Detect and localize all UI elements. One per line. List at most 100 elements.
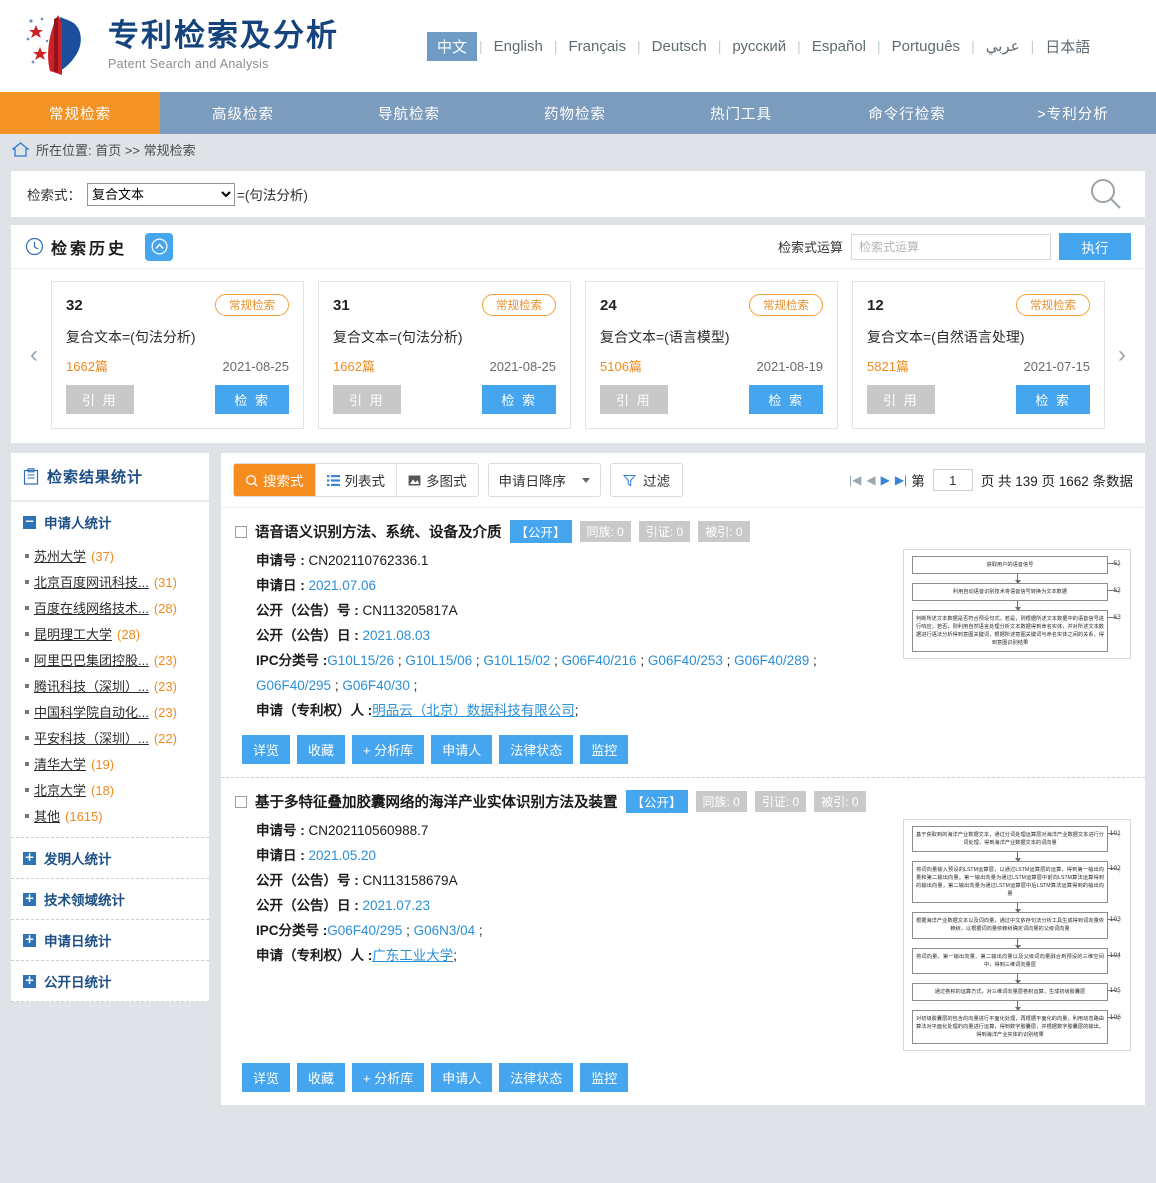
first-page-button[interactable]: |◀ bbox=[848, 473, 862, 487]
language-option-4[interactable]: русский bbox=[723, 35, 795, 58]
language-option-0[interactable]: 中文 bbox=[427, 31, 478, 61]
home-icon[interactable] bbox=[12, 141, 29, 157]
nav-item-0[interactable]: 常规检索 bbox=[0, 92, 160, 134]
applicant-stat-row[interactable]: 北京大学 (18) bbox=[25, 776, 209, 802]
action-button[interactable]: 详览 bbox=[242, 1062, 291, 1092]
applicant-name[interactable]: 平安科技（深圳）... bbox=[34, 728, 149, 747]
expression-operation-input[interactable] bbox=[851, 233, 1051, 260]
action-button[interactable]: 申请人 bbox=[431, 735, 493, 764]
applicant-name[interactable]: 清华大学 bbox=[34, 754, 86, 773]
applicant-name[interactable]: 昆明理工大学 bbox=[34, 624, 112, 643]
view-mode-grid-mode[interactable]: 多图式 bbox=[397, 464, 478, 496]
ipc-code[interactable]: G10L15/26 bbox=[327, 653, 394, 668]
nav-item-5[interactable]: 命令行检索 bbox=[824, 92, 990, 134]
history-cite-button[interactable]: 引 用 bbox=[867, 385, 935, 414]
applicant-stat-row[interactable]: 昆明理工大学 (28) bbox=[25, 620, 209, 646]
action-button[interactable]: 收藏 bbox=[297, 735, 346, 764]
applicant-stat-row[interactable]: 中国科学院自动化... (23) bbox=[25, 698, 209, 724]
patent-figure-thumbnail[interactable]: 基于获取到的海洋产业数据文本，通过分词处理运算层对海洋产业数据文本进行分词处理，… bbox=[903, 819, 1131, 1051]
applicant-name[interactable]: 阿里巴巴集团控股... bbox=[34, 650, 149, 669]
stat-group-applicant-header[interactable]: − 申请人统计 bbox=[11, 502, 209, 542]
history-search-button[interactable]: 检 索 bbox=[215, 385, 289, 414]
filter-button[interactable]: 过滤 bbox=[610, 463, 683, 497]
action-button[interactable]: 申请人 bbox=[431, 1062, 493, 1092]
language-option-5[interactable]: Español bbox=[803, 35, 875, 58]
stat-group[interactable]: + 公开日统计 bbox=[11, 961, 209, 1002]
nav-item-1[interactable]: 高级检索 bbox=[160, 92, 326, 134]
applicant-value[interactable]: 明品云（北京）数据科技有限公司 bbox=[372, 703, 575, 718]
ipc-code[interactable]: G06F40/216 bbox=[562, 653, 637, 668]
action-button[interactable]: + 分析库 bbox=[352, 1062, 425, 1092]
ipc-code[interactable]: G10L15/06 bbox=[405, 653, 472, 668]
search-icon[interactable] bbox=[1089, 177, 1123, 211]
stat-group[interactable]: + 技术领域统计 bbox=[11, 879, 209, 920]
ipc-code[interactable]: G06F40/289 bbox=[734, 653, 809, 668]
next-page-button[interactable]: ▶ bbox=[880, 473, 891, 487]
last-page-button[interactable]: ▶| bbox=[894, 473, 908, 487]
language-option-2[interactable]: Français bbox=[560, 35, 636, 58]
action-button[interactable]: 监控 bbox=[580, 1062, 629, 1092]
view-mode-list-mode[interactable]: 列表式 bbox=[315, 464, 397, 496]
page-input[interactable] bbox=[932, 469, 973, 491]
ipc-code[interactable]: G06N3/04 bbox=[414, 923, 476, 938]
history-card[interactable]: 31 常规检索 复合文本=(句法分析) 1662篇 2021-08-25 引 用 检 索 bbox=[318, 281, 571, 429]
result-title[interactable]: 语音语义识别方法、系统、设备及介质 bbox=[255, 521, 502, 542]
applicant-stat-row[interactable]: 阿里巴巴集团控股... (23) bbox=[25, 646, 209, 672]
language-option-8[interactable]: 日本語 bbox=[1036, 33, 1099, 60]
search-field-select[interactable]: 复合文本标题摘要权利要求 bbox=[87, 182, 235, 206]
history-cite-button[interactable]: 引 用 bbox=[66, 385, 134, 414]
nav-item-4[interactable]: 热门工具 bbox=[658, 92, 824, 134]
applicant-name[interactable]: 苏州大学 bbox=[34, 546, 86, 565]
history-search-button[interactable]: 检 索 bbox=[1016, 385, 1090, 414]
stat-group[interactable]: + 申请日统计 bbox=[11, 920, 209, 961]
sort-dropdown[interactable]: 申请日降序 bbox=[487, 463, 601, 497]
action-button[interactable]: + 分析库 bbox=[352, 735, 425, 764]
result-checkbox[interactable] bbox=[235, 795, 247, 808]
applicant-name[interactable]: 百度在线网络技术... bbox=[34, 598, 149, 617]
ipc-code[interactable]: G06F40/30 bbox=[342, 678, 410, 693]
execute-button[interactable]: 执行 bbox=[1059, 233, 1131, 260]
applicant-name[interactable]: 北京大学 bbox=[34, 780, 86, 799]
history-card[interactable]: 32 常规检索 复合文本=(句法分析) 1662篇 2021-08-25 引 用 检 索 bbox=[51, 281, 304, 429]
nav-item-3[interactable]: 药物检索 bbox=[492, 92, 658, 134]
applicant-name[interactable]: 中国科学院自动化... bbox=[34, 702, 149, 721]
applicant-stat-row[interactable]: 百度在线网络技术... (28) bbox=[25, 594, 209, 620]
ipc-code[interactable]: G10L15/02 bbox=[483, 653, 550, 668]
action-button[interactable]: 收藏 bbox=[297, 1062, 346, 1092]
applicant-stat-row[interactable]: 腾讯科技（深圳）... (23) bbox=[25, 672, 209, 698]
ipc-code[interactable]: G06F40/295 bbox=[256, 678, 331, 693]
nav-item-2[interactable]: 导航检索 bbox=[326, 92, 492, 134]
nav-item-6[interactable]: >专利分析 bbox=[990, 92, 1156, 134]
applicant-name[interactable]: 腾讯科技（深圳）... bbox=[34, 676, 149, 695]
result-title[interactable]: 基于多特征叠加胶囊网络的海洋产业实体识别方法及装置 bbox=[255, 791, 618, 812]
history-collapse-button[interactable] bbox=[145, 232, 174, 261]
application-date-value[interactable]: 2021.07.06 bbox=[309, 578, 377, 593]
stat-group[interactable]: + 发明人统计 bbox=[11, 838, 209, 879]
history-card[interactable]: 12 常规检索 复合文本=(自然语言处理) 5821篇 2021-07-15 引 用 检 索 bbox=[852, 281, 1105, 429]
history-search-button[interactable]: 检 索 bbox=[749, 385, 823, 414]
view-mode-search-mode[interactable]: 搜索式 bbox=[234, 464, 316, 496]
publication-date-value[interactable]: 2021.07.23 bbox=[363, 898, 431, 913]
history-search-button[interactable]: 检 索 bbox=[482, 385, 556, 414]
applicant-stat-row[interactable]: 清华大学 (19) bbox=[25, 750, 209, 776]
action-button[interactable]: 法律状态 bbox=[499, 735, 574, 764]
site-logo[interactable]: 专利检索及分析 Patent Search and Analysis bbox=[24, 13, 339, 79]
action-button[interactable]: 详览 bbox=[242, 735, 291, 764]
language-option-1[interactable]: English bbox=[485, 35, 552, 58]
action-button[interactable]: 法律状态 bbox=[499, 1062, 574, 1092]
applicant-stat-row[interactable]: 平安科技（深圳）... (22) bbox=[25, 724, 209, 750]
prev-page-button[interactable]: ◀ bbox=[865, 473, 876, 487]
result-checkbox[interactable] bbox=[235, 525, 247, 538]
history-cite-button[interactable]: 引 用 bbox=[333, 385, 401, 414]
history-cite-button[interactable]: 引 用 bbox=[600, 385, 668, 414]
history-card[interactable]: 24 常规检索 复合文本=(语言模型) 5106篇 2021-08-19 引 用 检 索 bbox=[585, 281, 838, 429]
language-option-7[interactable]: عربي bbox=[977, 34, 1029, 58]
applicant-stat-row[interactable]: 苏州大学 (37) bbox=[25, 542, 209, 568]
publication-date-value[interactable]: 2021.08.03 bbox=[363, 628, 431, 643]
ipc-code[interactable]: G06F40/253 bbox=[648, 653, 723, 668]
ipc-code[interactable]: G06F40/295 bbox=[327, 923, 402, 938]
history-next-arrow[interactable]: › bbox=[1105, 281, 1139, 429]
action-button[interactable]: 监控 bbox=[580, 735, 629, 764]
history-prev-arrow[interactable]: ‹ bbox=[17, 281, 51, 429]
language-option-6[interactable]: Português bbox=[883, 35, 969, 58]
